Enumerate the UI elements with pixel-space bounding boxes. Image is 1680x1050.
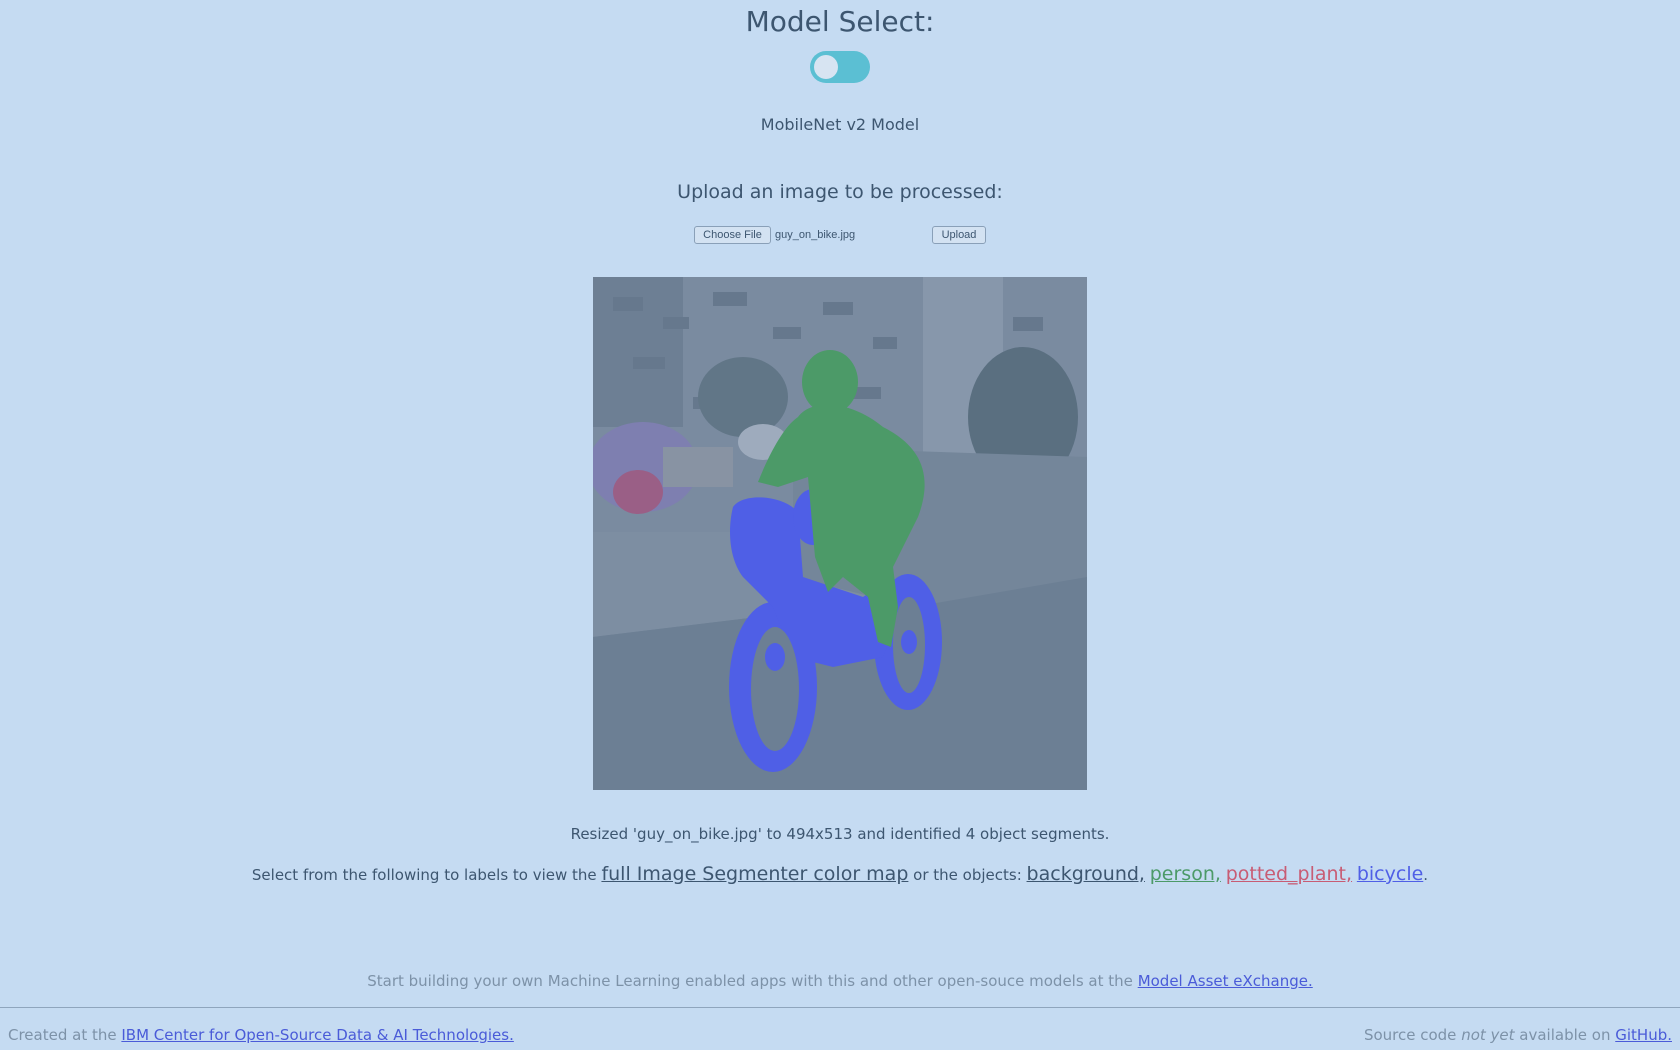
select-suffix: . [1423,866,1429,884]
planter [663,447,733,487]
select-middle: or the objects: [913,866,1022,884]
codait-link[interactable]: IBM Center for Open-Source Data & AI Tec… [121,1026,513,1044]
upload-button[interactable]: Upload [932,226,986,244]
selected-file-name: guy_on_bike.jpg [775,229,856,241]
footer-message: Start building your own Machine Learning… [0,971,1680,991]
shrub-center [698,357,788,437]
model-toggle[interactable] [810,51,870,83]
flowers-pink [613,470,663,514]
model-asset-exchange-link[interactable]: Model Asset eXchange. [1138,972,1313,990]
status-message: Resized 'guy_on_bike.jpg' to 494x513 and… [570,825,1110,843]
github-link[interactable]: GitHub. [1615,1026,1672,1044]
footer-message-text: Start building your own Machine Learning… [367,972,1133,990]
footer-right-text: Source code [1363,1026,1457,1044]
segmented-image [593,277,1087,790]
select-prefix: Select from the following to labels to v… [251,866,597,884]
model-select-title: Model Select: [745,5,935,38]
footer-left: Created at the IBM Center for Open-Sourc… [8,1025,514,1045]
colormap-link[interactable]: full Image Segmenter color map [601,863,908,885]
label-selector: Select from the following to labels to v… [0,860,1680,889]
label-potted-plant-link[interactable]: potted_plant, [1226,863,1352,885]
toggle-knob [814,55,838,79]
footer-right-middle: available on [1519,1026,1611,1044]
footer-left-text: Created at the [8,1026,117,1044]
model-name: MobileNet v2 Model [760,115,920,134]
footer-divider [0,1007,1680,1008]
label-background-link[interactable]: background, [1027,863,1145,885]
page: Model Select: MobileNet v2 Model Upload … [0,0,1680,1050]
footer-right: Source code not yet available on GitHub. [1364,1025,1672,1045]
label-person-link[interactable]: person, [1150,863,1221,885]
segmentation-overlay-svg [593,277,1087,790]
label-bicycle-link[interactable]: bicycle [1357,863,1423,885]
upload-heading: Upload an image to be processed: [677,181,1003,203]
footer-right-emphasis: not yet [1461,1026,1515,1044]
choose-file-button[interactable]: Choose File [694,226,771,244]
file-upload-form: Choose File guy_on_bike.jpg Upload [694,226,986,244]
